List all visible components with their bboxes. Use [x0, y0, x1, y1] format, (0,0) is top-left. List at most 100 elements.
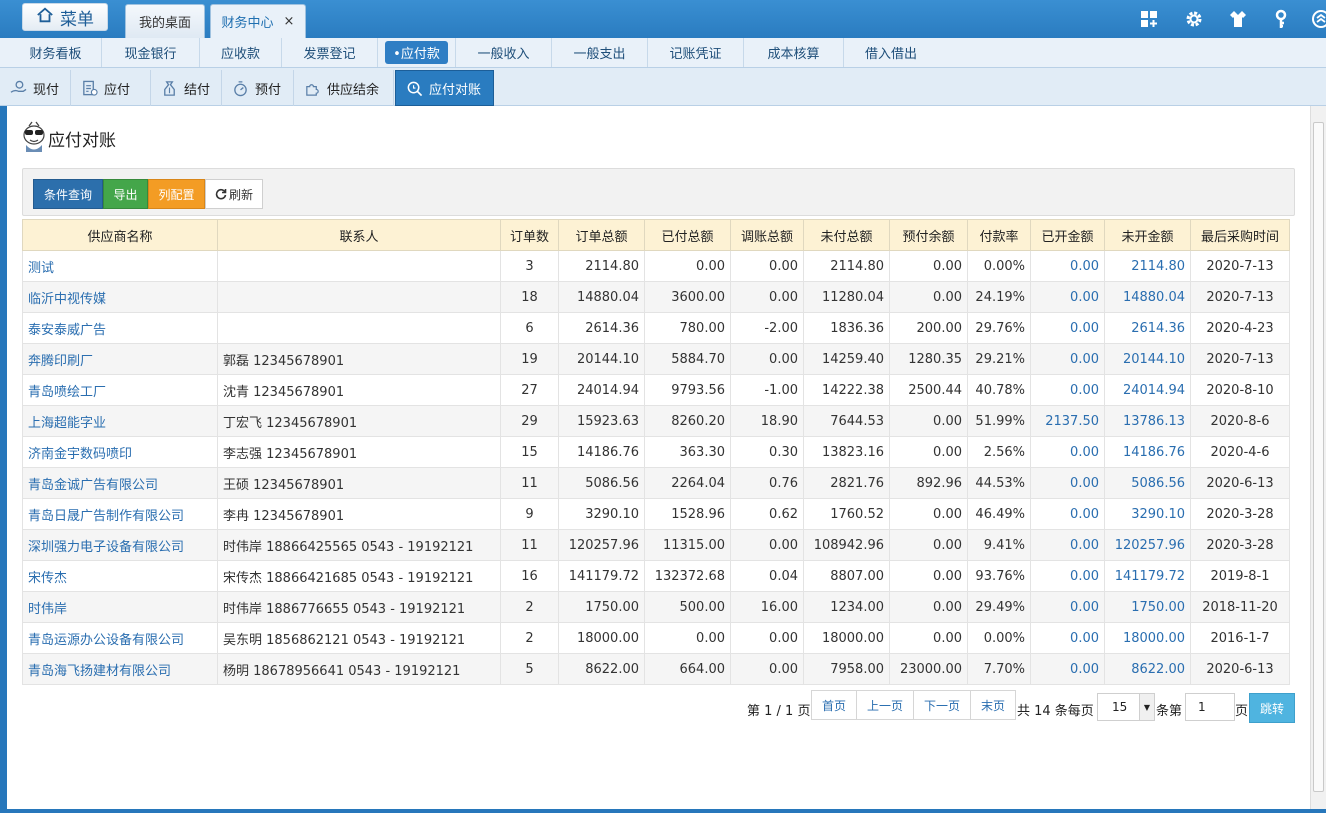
key-icon[interactable] [1270, 8, 1292, 30]
shirt-icon[interactable] [1227, 8, 1249, 30]
prev-page-button[interactable]: 上一页 [856, 690, 914, 720]
cell-invoiced-amount[interactable]: 0.00 [1030, 498, 1105, 530]
table-row[interactable]: 青岛运源办公设备有限公司 吴东明 1856862121 0543 - 191921… [22, 622, 1290, 654]
cell-supplier-name[interactable]: 上海超能字业 [22, 405, 218, 437]
nav-item-cash-bank[interactable]: 现金银行 [102, 38, 200, 67]
scrollbar-thumb[interactable] [1313, 122, 1324, 792]
table-row[interactable]: 临沂中视传媒 18 14880.04 3600.00 0.00 11280.04 0.00 2… [22, 281, 1290, 313]
subtab-payable[interactable]: 应付 [71, 70, 151, 106]
goto-button[interactable]: 跳转 [1249, 693, 1295, 723]
column-config-button[interactable]: 列配置 [148, 179, 205, 209]
refresh-button[interactable]: 刷新 [205, 179, 263, 209]
export-button[interactable]: 导出 [103, 179, 148, 209]
cell-supplier-name[interactable]: 济南金宇数码喷印 [22, 436, 218, 468]
col-header[interactable]: 供应商名称 [22, 219, 218, 251]
table-row[interactable]: 青岛喷绘工厂 沈青 12345678901 27 24014.94 9793.56 -1.… [22, 374, 1290, 406]
nav-item-finance-board[interactable]: 财务看板 [10, 38, 102, 67]
col-header[interactable]: 联系人 [217, 219, 501, 251]
nav-item-payable[interactable]: •应付款 [378, 38, 456, 67]
grid-plus-icon[interactable] [1138, 8, 1160, 30]
vertical-scrollbar[interactable] [1310, 106, 1326, 809]
col-header[interactable]: 未付总额 [803, 219, 890, 251]
table-row[interactable]: 泰安泰威广告 6 2614.36 780.00 -2.00 1836.36 200.00 29… [22, 312, 1290, 344]
cell-supplier-name[interactable]: 临沂中视传媒 [22, 281, 218, 313]
cell-invoiced-amount[interactable]: 0.00 [1030, 374, 1105, 406]
table-row[interactable]: 青岛金诚广告有限公司 王硕 12345678901 11 5086.56 2264.04… [22, 467, 1290, 499]
cell-uninvoiced-amount[interactable]: 141179.72 [1104, 560, 1191, 592]
col-header[interactable]: 订单数 [500, 219, 559, 251]
cell-invoiced-amount[interactable]: 0.00 [1030, 591, 1105, 623]
cell-uninvoiced-amount[interactable]: 14880.04 [1104, 281, 1191, 313]
table-row[interactable]: 上海超能字业 丁宏飞 12345678901 29 15923.63 8260.20 18… [22, 405, 1290, 437]
cell-invoiced-amount[interactable]: 2137.50 [1030, 405, 1105, 437]
first-page-button[interactable]: 首页 [811, 690, 857, 720]
nav-item-invoice[interactable]: 发票登记 [282, 38, 378, 67]
cell-supplier-name[interactable]: 青岛金诚广告有限公司 [22, 467, 218, 499]
subtab-payable-reconcile[interactable]: 应付对账 [395, 70, 494, 106]
col-header[interactable]: 付款率 [967, 219, 1031, 251]
goto-page-input[interactable]: 1 [1185, 693, 1235, 721]
subtab-cash-pay[interactable]: 现付 [0, 70, 71, 106]
cell-supplier-name[interactable]: 青岛运源办公设备有限公司 [22, 622, 218, 654]
cell-supplier-name[interactable]: 测试 [22, 250, 218, 282]
cell-uninvoiced-amount[interactable]: 24014.94 [1104, 374, 1191, 406]
cell-invoiced-amount[interactable]: 0.00 [1030, 467, 1105, 499]
cell-uninvoiced-amount[interactable]: 18000.00 [1104, 622, 1191, 654]
col-header[interactable]: 已付总额 [644, 219, 731, 251]
nav-item-receivable[interactable]: 应收款 [200, 38, 282, 67]
cell-supplier-name[interactable]: 奔腾印刷厂 [22, 343, 218, 375]
col-header[interactable]: 已开金额 [1030, 219, 1105, 251]
table-row[interactable]: 时伟岸 时伟岸 1886776655 0543 - 19192121 2 1750.0… [22, 591, 1290, 623]
cell-uninvoiced-amount[interactable]: 1750.00 [1104, 591, 1191, 623]
cell-supplier-name[interactable]: 青岛海飞扬建材有限公司 [22, 653, 218, 685]
table-row[interactable]: 测试 3 2114.80 0.00 0.00 2114.80 0.00 0.00% 0.00 21… [22, 250, 1290, 282]
cell-invoiced-amount[interactable]: 0.00 [1030, 653, 1105, 685]
query-button[interactable]: 条件查询 [33, 179, 103, 209]
cell-uninvoiced-amount[interactable]: 2614.36 [1104, 312, 1191, 344]
cell-invoiced-amount[interactable]: 0.00 [1030, 343, 1105, 375]
col-header[interactable]: 订单总额 [558, 219, 645, 251]
col-header[interactable]: 未开金额 [1104, 219, 1191, 251]
col-header[interactable]: 调账总额 [730, 219, 804, 251]
table-row[interactable]: 宋传杰 宋传杰 18866421685 0543 - 19192121 16 1411… [22, 560, 1290, 592]
cell-supplier-name[interactable]: 宋传杰 [22, 560, 218, 592]
table-row[interactable]: 奔腾印刷厂 郭磊 12345678901 19 20144.10 5884.70 0.00… [22, 343, 1290, 375]
cell-supplier-name[interactable]: 深圳强力电子设备有限公司 [22, 529, 218, 561]
cell-invoiced-amount[interactable]: 0.00 [1030, 529, 1105, 561]
tab-finance-center[interactable]: 财务中心 × [210, 4, 306, 38]
cell-supplier-name[interactable]: 时伟岸 [22, 591, 218, 623]
page-size-select[interactable]: 15 ▼ [1097, 693, 1155, 721]
chevron-down-icon[interactable]: ▼ [1139, 694, 1154, 720]
nav-item-cost[interactable]: 成本核算 [744, 38, 844, 67]
nav-item-general-income[interactable]: 一般收入 [456, 38, 552, 67]
table-row[interactable]: 深圳强力电子设备有限公司 时伟岸 18866425565 0543 - 19192… [22, 529, 1290, 561]
nav-item-voucher[interactable]: 记账凭证 [648, 38, 744, 67]
cell-supplier-name[interactable]: 青岛日晟广告制作有限公司 [22, 498, 218, 530]
cell-uninvoiced-amount[interactable]: 13786.13 [1104, 405, 1191, 437]
subtab-settle[interactable]: 结付 [151, 70, 222, 106]
col-header[interactable]: 预付余额 [889, 219, 968, 251]
cell-uninvoiced-amount[interactable]: 5086.56 [1104, 467, 1191, 499]
cell-supplier-name[interactable]: 泰安泰威广告 [22, 312, 218, 344]
cell-invoiced-amount[interactable]: 0.00 [1030, 312, 1105, 344]
table-row[interactable]: 济南金宇数码喷印 李志强 12345678901 15 14186.76 363.30 0… [22, 436, 1290, 468]
nav-item-borrow-lend[interactable]: 借入借出 [844, 38, 938, 67]
table-row[interactable]: 青岛日晟广告制作有限公司 李冉 12345678901 9 3290.10 1528.9… [22, 498, 1290, 530]
cell-uninvoiced-amount[interactable]: 3290.10 [1104, 498, 1191, 530]
next-page-button[interactable]: 下一页 [913, 690, 971, 720]
tab-my-desktop[interactable]: 我的桌面 [125, 4, 205, 38]
last-page-button[interactable]: 末页 [970, 690, 1016, 720]
cell-invoiced-amount[interactable]: 0.00 [1030, 560, 1105, 592]
cell-invoiced-amount[interactable]: 0.00 [1030, 436, 1105, 468]
nav-item-general-expense[interactable]: 一般支出 [552, 38, 648, 67]
col-header[interactable]: 最后采购时间 [1190, 219, 1290, 251]
cell-invoiced-amount[interactable]: 0.00 [1030, 622, 1105, 654]
collapse-icon[interactable] [1310, 8, 1326, 30]
cell-invoiced-amount[interactable]: 0.00 [1030, 281, 1105, 313]
gear-icon[interactable] [1183, 8, 1205, 30]
cell-supplier-name[interactable]: 青岛喷绘工厂 [22, 374, 218, 406]
cell-uninvoiced-amount[interactable]: 120257.96 [1104, 529, 1191, 561]
cell-invoiced-amount[interactable]: 0.00 [1030, 250, 1105, 282]
subtab-prepay[interactable]: 预付 [222, 70, 294, 106]
table-row[interactable]: 青岛海飞扬建材有限公司 杨明 18678956641 0543 - 1919212… [22, 653, 1290, 685]
